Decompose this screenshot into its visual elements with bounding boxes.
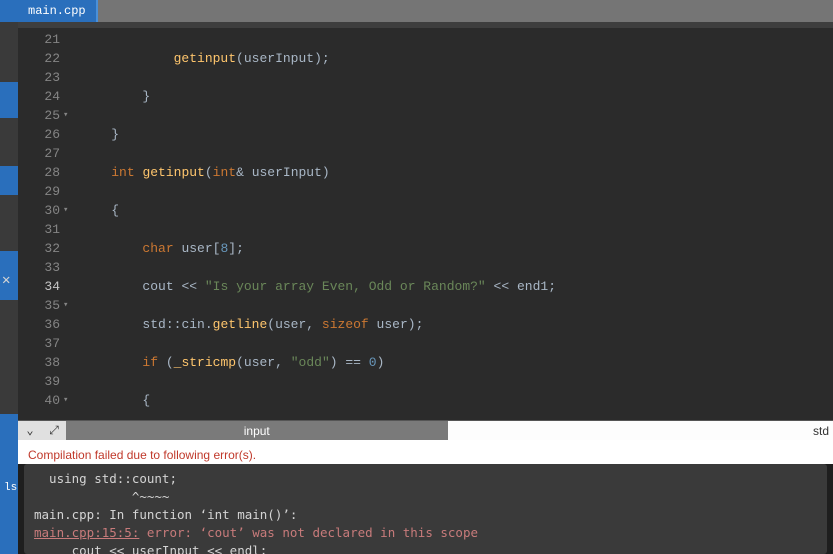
editor-tab-bar: main.cpp	[18, 0, 833, 22]
main-area: main.cpp 21 22 23 24 25 26 27 28 29 30 3…	[18, 0, 833, 554]
code-editor[interactable]: 21 22 23 24 25 26 27 28 29 30 31 32 33 3…	[18, 28, 833, 420]
tab-label: main.cpp	[28, 4, 86, 18]
left-strip-label: ls	[4, 482, 17, 494]
expand-icon[interactable]: ⤢	[42, 421, 66, 440]
panel-tab-bar: ⌄ ⤢ input std	[18, 420, 833, 440]
editor-tab-main[interactable]: main.cpp	[18, 0, 98, 22]
left-sidebar-strip: ✕ ls	[0, 0, 18, 554]
panel-tab-input[interactable]: input	[66, 421, 448, 440]
code-content[interactable]: getinput(userInput); } } int getinput(in…	[72, 28, 833, 420]
bottom-panel: ⌄ ⤢ input std Compilation failed due to …	[18, 420, 833, 554]
compiler-output[interactable]: using std::count; ^~~~~ main.cpp: In fun…	[24, 464, 827, 554]
compile-error-header: Compilation failed due to following erro…	[18, 440, 833, 464]
line-number-gutter: 21 22 23 24 25 26 27 28 29 30 31 32 33 3…	[18, 28, 72, 420]
chevron-down-icon[interactable]: ⌄	[18, 421, 42, 440]
close-icon[interactable]: ✕	[2, 272, 10, 289]
error-source-link[interactable]: main.cpp:15:5:	[34, 525, 139, 540]
panel-tab-std[interactable]: std	[448, 421, 833, 440]
